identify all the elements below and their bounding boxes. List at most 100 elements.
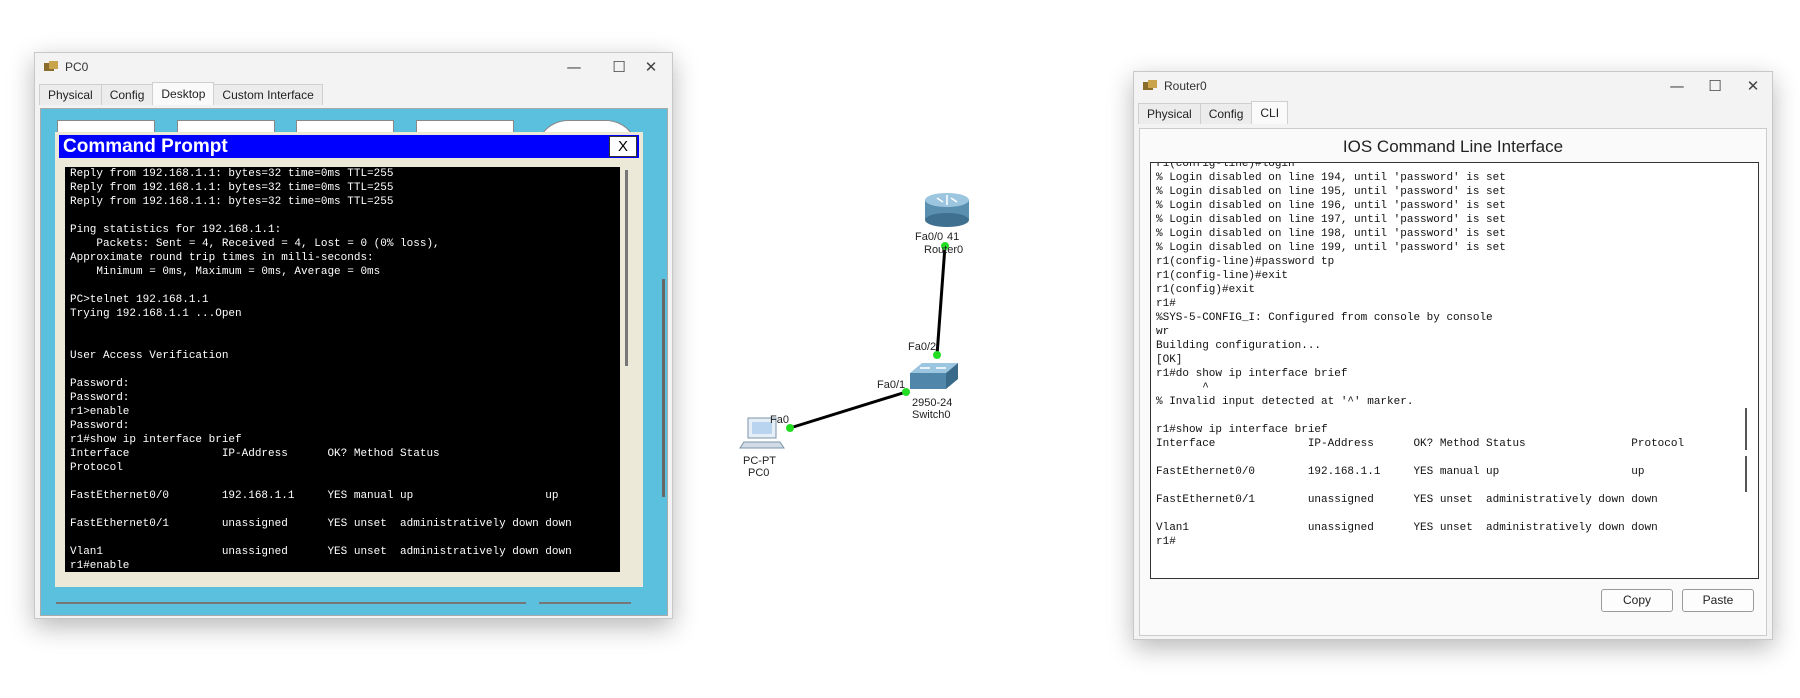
terminal-line: % Login disabled on line 196, until 'pas…: [1156, 200, 1506, 212]
copy-button[interactable]: Copy: [1601, 589, 1673, 612]
router0-window: Router0 — ☐ ✕ Physical Config CLI IOS Co…: [1133, 71, 1773, 640]
pc-name: PC0: [748, 467, 770, 479]
minimize-icon[interactable]: —: [1658, 73, 1696, 99]
switch-icon[interactable]: [910, 363, 958, 389]
terminal-line: Ping statistics for 192.168.1.1:: [70, 224, 282, 236]
tab-physical[interactable]: Physical: [1138, 103, 1201, 124]
close-icon[interactable]: ✕: [1734, 73, 1772, 99]
tab-cli[interactable]: CLI: [1251, 101, 1289, 124]
switch-name: Switch0: [912, 409, 951, 421]
tab-config[interactable]: Config: [100, 84, 154, 105]
terminal-line: wr: [1156, 326, 1170, 338]
minimize-icon[interactable]: —: [555, 54, 593, 80]
terminal-line: Vlan1 unassigned YES unset administrativ…: [70, 546, 572, 558]
desktop-area: Command Prompt X Reply from 192.168.1.1:…: [40, 108, 668, 616]
terminal-line: Password:: [70, 392, 130, 404]
switch-model: 2950-24: [912, 397, 953, 409]
app-icon: [44, 61, 58, 71]
terminal-line: Vlan1 unassigned YES unset administrativ…: [1156, 522, 1658, 534]
terminal-line: Interface IP-Address OK? Method Status P…: [1156, 438, 1685, 450]
close-icon[interactable]: ✕: [632, 54, 670, 80]
tab-config[interactable]: Config: [1199, 103, 1253, 124]
cli-heading: IOS Command Line Interface: [1342, 137, 1564, 156]
desktop-hscrollbar[interactable]: [56, 602, 526, 604]
terminal-line: PC>telnet 192.168.1.1: [70, 294, 209, 306]
switch-port-pc-label: Fa0/1: [877, 379, 906, 391]
terminal-line: r1(config-line)#exit: [1156, 270, 1289, 282]
link-router-switch: [935, 245, 947, 356]
terminal-line: Approximate round trip times in milli-se…: [70, 252, 374, 264]
command-prompt-terminal[interactable]: Reply from 192.168.1.1: bytes=32 time=0m…: [65, 167, 620, 572]
terminal-line: Password:: [70, 378, 130, 390]
app-icon: [1143, 80, 1157, 90]
terminal-line: User Access Verification: [70, 350, 229, 362]
router-port-label: Fa0/0: [915, 231, 944, 243]
terminal-line: % Invalid input detected at '^' marker.: [1156, 396, 1414, 408]
terminal-line: r1(config)#exit: [1156, 284, 1256, 296]
terminal-line: %SYS-5-CONFIG_I: Configured from console…: [1156, 312, 1493, 324]
terminal-line: r1#show ip interface brief: [70, 434, 242, 446]
terminal-line: Reply from 192.168.1.1: bytes=32 time=0m…: [70, 168, 394, 180]
terminal-line: % Login disabled on line 195, until 'pas…: [1156, 186, 1506, 198]
desktop-scrollbar[interactable]: [662, 279, 665, 497]
router-name: Router0: [924, 244, 964, 256]
terminal-line: r1#do show ip interface brief: [1156, 368, 1348, 380]
tab-custom-interface[interactable]: Custom Interface: [213, 84, 323, 105]
pc0-title: PC0: [65, 60, 89, 74]
router-icon[interactable]: [925, 193, 969, 227]
terminal-line: Building configuration...: [1156, 340, 1322, 352]
terminal-line: Interface IP-Address OK? Method Status: [70, 448, 440, 460]
pc0-window: PC0 — ☐ ✕ Physical Config Desktop Custom…: [34, 52, 673, 619]
terminal-line: [OK]: [1156, 354, 1183, 366]
terminal-line: FastEthernet0/0 192.168.1.1 YES manual u…: [70, 490, 559, 502]
terminal-line: Minimum = 0ms, Maximum = 0ms, Average = …: [70, 266, 381, 278]
terminal-line: FastEthernet0/1 unassigned YES unset adm…: [1156, 494, 1658, 506]
terminal-line: Packets: Sent = 4, Received = 4, Lost = …: [70, 238, 440, 250]
command-prompt-close-button[interactable]: X: [609, 136, 637, 157]
tab-desktop[interactable]: Desktop: [152, 82, 215, 105]
terminal-line: Reply from 192.168.1.1: bytes=32 time=0m…: [70, 182, 394, 194]
terminal-line: Trying 192.168.1.1 ...Open: [70, 308, 242, 320]
terminal-line: Protocol: [70, 462, 123, 474]
terminal-line: % Login disabled on line 198, until 'pas…: [1156, 228, 1506, 240]
terminal-line: Reply from 192.168.1.1: bytes=32 time=0m…: [70, 196, 394, 208]
paste-button[interactable]: Paste: [1682, 589, 1754, 612]
terminal-line: r1#: [1156, 536, 1176, 548]
maximize-icon[interactable]: ☐: [1696, 73, 1734, 99]
command-prompt-title: Command Prompt: [63, 136, 228, 157]
cli-terminal[interactable]: r1(config-line)#login % Login disabled on…: [1150, 162, 1759, 579]
pc-port-label: Fa0: [770, 414, 789, 426]
router0-title: Router0: [1164, 79, 1207, 93]
terminal-line: % Login disabled on line 199, until 'pas…: [1156, 242, 1506, 254]
topology-canvas: [739, 193, 969, 449]
terminal-line: r1#enable: [70, 560, 130, 572]
terminal-output: Reply from 192.168.1.1: bytes=32 time=0m…: [70, 167, 572, 572]
tab-physical[interactable]: Physical: [39, 84, 102, 105]
cli-scrollbar[interactable]: [1745, 456, 1747, 492]
terminal-line: ^: [1156, 382, 1209, 394]
terminal-line: r1#show ip interface brief: [1156, 424, 1328, 436]
terminal-line: r1>enable: [70, 406, 130, 418]
terminal-line: Password:: [70, 420, 130, 432]
switch-port-up-label: Fa0/2: [908, 341, 937, 353]
desktop-hscrollbar[interactable]: [539, 602, 631, 604]
pc0-tabs: Physical Config Desktop Custom Interface: [39, 82, 323, 106]
terminal-line: FastEthernet0/1 unassigned YES unset adm…: [70, 518, 572, 530]
terminal-line: r1(config-line)#password tp: [1156, 256, 1335, 268]
command-prompt-titlebar: Command Prompt X: [59, 135, 639, 158]
cli-scrollbar[interactable]: [1745, 408, 1747, 450]
pc0-titlebar[interactable]: PC0 — ☐ ✕: [35, 53, 672, 81]
terminal-scrollbar[interactable]: [625, 170, 628, 366]
router0-titlebar[interactable]: Router0 — ☐ ✕: [1134, 72, 1772, 100]
